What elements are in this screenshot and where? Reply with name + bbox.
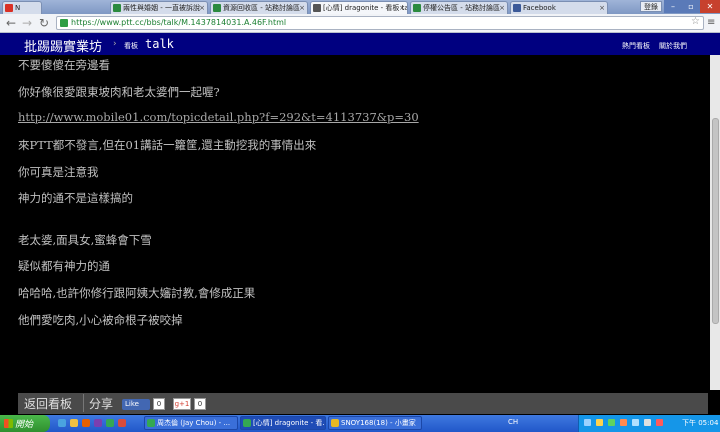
content-line: 他們愛吃肉,小心被命根子被咬掉 [18, 313, 183, 327]
content-line: 哈哈哈,也許你修行跟阿姨大嬸討教,會修成正果 [18, 286, 256, 300]
content-line: 不要傻傻在旁邊看 [18, 58, 110, 72]
menu-icon[interactable]: ≡ [707, 17, 715, 28]
site-header [0, 33, 720, 55]
task-label: SNOY168(18) - 小畫家 [341, 419, 416, 427]
tab-suspension[interactable]: 停權公告區 - 站務討論區 × [410, 1, 508, 14]
content-line: 你可真是注意我 [18, 165, 99, 179]
taskbar-item-ptt[interactable]: [心情] dragonite - 看... [240, 416, 326, 430]
tab-close-icon[interactable]: × [399, 2, 405, 14]
tab-close-icon[interactable]: × [299, 2, 305, 14]
folder-icon[interactable] [70, 419, 78, 427]
volume-icon[interactable] [596, 419, 603, 426]
forum-icon [213, 4, 221, 12]
app-icon[interactable] [118, 419, 126, 427]
share-label: 分享 [89, 397, 114, 411]
task-label: 周杰倫 (Jay Chou) - ... [157, 419, 231, 427]
tab-label: [心情] dragonite - 看板 talk [323, 4, 408, 12]
facebook-like-label: Like [125, 400, 139, 408]
chat-icon[interactable] [632, 419, 639, 426]
breadcrumb-separator: › [113, 39, 117, 49]
content-line: 來PTT都不發言,但在01講話一籮筐,還主動挖我的事情出來 [18, 138, 317, 152]
about-link[interactable]: 關於我們 [659, 41, 687, 51]
tab-label: Facebook [523, 4, 556, 12]
tab-label: 資源回收區 - 站務討論區 [223, 4, 300, 12]
breadcrumb-label: 看板 [124, 42, 138, 50]
google-plus-count: 0 [194, 398, 206, 410]
firefox-icon[interactable] [82, 419, 90, 427]
minimize-icon[interactable]: – [664, 0, 682, 13]
lock-icon [60, 19, 68, 27]
hot-boards-link[interactable]: 熱門看板 [622, 41, 650, 51]
security-icon[interactable] [608, 419, 615, 426]
paint-icon [331, 419, 339, 427]
tab-label: 兩性與婚姻 - 一直被訴說 [123, 4, 200, 12]
tab-label: N [15, 4, 21, 12]
gmail-icon [5, 4, 13, 12]
media-icon[interactable] [94, 419, 102, 427]
app-tray-icon[interactable] [656, 419, 663, 426]
site-title-link[interactable]: 批踢踢實業坊 [24, 36, 102, 55]
tab-relationships[interactable]: 兩性與婚姻 - 一直被訴說 × [110, 1, 208, 14]
update-icon[interactable] [620, 419, 627, 426]
tab-current-article[interactable]: [心情] dragonite - 看板 talk × [310, 1, 408, 14]
tab-close-icon[interactable]: × [599, 2, 605, 14]
bookmark-star-icon[interactable]: ☆ [691, 16, 700, 27]
chrome-icon [147, 419, 155, 427]
content-line: 神力的通不是這樣搞的 [18, 191, 133, 205]
tab-close-icon[interactable]: × [499, 2, 505, 14]
url-text: https://www.ptt.cc/bbs/talk/M.1437814031… [71, 18, 287, 27]
chrome-icon[interactable] [106, 419, 114, 427]
tab-recycle[interactable]: 資源回收區 - 站務討論區 × [210, 1, 308, 14]
address-bar[interactable]: https://www.ptt.cc/bbs/talk/M.1437814031… [56, 16, 704, 30]
tab-close-icon[interactable]: × [199, 2, 205, 14]
task-label: [心情] dragonite - 看... [253, 419, 326, 427]
content-line: 老太婆,面具女,蜜蜂會下雪 [18, 233, 152, 247]
facebook-like-button[interactable]: Like [122, 399, 150, 410]
back-to-board-button[interactable]: 返回看板 [24, 395, 72, 412]
forum-icon [113, 4, 121, 12]
chrome-icon [243, 419, 251, 427]
signin-button[interactable]: 登錄 [640, 1, 662, 12]
facebook-like-count: 0 [153, 398, 165, 410]
close-window-icon[interactable]: ✕ [700, 0, 720, 13]
language-indicator[interactable]: CH [508, 418, 518, 426]
reload-icon[interactable]: ↻ [37, 16, 51, 30]
battery-icon[interactable] [644, 419, 651, 426]
forward-arrow-icon[interactable]: → [20, 16, 34, 30]
taskbar-item-paint[interactable]: SNOY168(18) - 小畫家 [328, 416, 422, 430]
tab-label: 停權公告區 - 站務討論區 [423, 4, 500, 12]
windows-logo-icon [4, 419, 13, 428]
restore-icon[interactable]: ▫ [682, 0, 700, 13]
start-label: 開始 [15, 420, 34, 430]
tab-gmail[interactable]: N [2, 1, 42, 14]
ie-icon[interactable] [58, 419, 66, 427]
content-line: 你好像很愛跟東坡肉和老太婆們一起喔? [18, 85, 220, 99]
facebook-icon [513, 4, 521, 12]
google-plus-button[interactable]: g+1 [173, 398, 191, 410]
tab-facebook[interactable]: Facebook × [510, 1, 608, 14]
taskbar-item-music[interactable]: 周杰倫 (Jay Chou) - ... [144, 416, 238, 430]
taskbar-clock: 下午 05:04 [682, 419, 719, 427]
content-link[interactable]: http://www.mobile01.com/topicdetail.php?… [18, 110, 419, 124]
content-line: 疑似都有神力的通 [18, 259, 110, 273]
back-arrow-icon[interactable]: ← [4, 16, 18, 30]
footer-divider [83, 394, 84, 412]
network-icon[interactable] [584, 419, 591, 426]
article-content [0, 55, 710, 390]
scrollbar-thumb[interactable] [712, 118, 719, 324]
forum-icon [413, 4, 421, 12]
board-name-link[interactable]: talk [145, 37, 174, 51]
ptt-icon [313, 4, 321, 12]
